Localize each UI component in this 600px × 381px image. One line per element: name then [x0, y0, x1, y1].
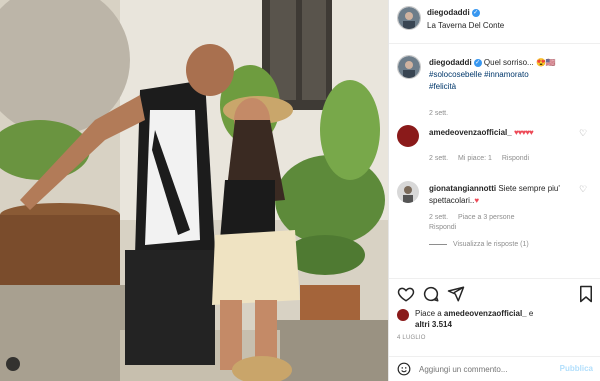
hashtag-link[interactable]: #felicità — [429, 82, 456, 91]
comment-text: ♥♥♥♥♥ — [513, 128, 534, 137]
caption-text: Quel sorriso... — [483, 58, 534, 67]
comment-input[interactable] — [419, 361, 549, 377]
heart-icon[interactable] — [397, 285, 415, 303]
likes-prefix: Piace a — [415, 309, 442, 318]
comment-username[interactable]: amedeovenzaofficial_ — [429, 128, 512, 137]
comment-like-icon[interactable]: ♡ — [579, 129, 588, 138]
avatar-image — [398, 7, 420, 29]
caption-text-block: diegodaddi ✓ Quel sorriso... 😍🇺🇸 #solocos… — [429, 57, 589, 93]
verified-badge-icon: ✓ — [471, 8, 480, 17]
avatar-image — [398, 56, 420, 78]
tagged-people-icon[interactable] — [6, 357, 20, 371]
post-actions: Piace a amedeovenzaofficial_ e altri 3.5… — [389, 278, 600, 358]
send-icon[interactable] — [447, 285, 465, 303]
comment-meta: 2 sett. Mi piace: 1 Rispondi — [429, 155, 529, 162]
avatar-image — [403, 186, 413, 203]
likes-count[interactable]: altri 3.514 — [415, 320, 452, 329]
view-replies-label[interactable]: Visualizza le risposte (1) — [453, 241, 529, 248]
avatar[interactable] — [397, 6, 421, 30]
commenter-avatar[interactable] — [397, 125, 419, 147]
post-image[interactable] — [0, 0, 388, 381]
likes-connector: e — [528, 309, 534, 318]
location[interactable]: La Taverna Del Conte — [427, 21, 504, 30]
comments-area[interactable]: diegodaddi ✓ Quel sorriso... 😍🇺🇸 #solocos… — [389, 45, 600, 277]
comment-likes[interactable]: Piace a 3 persone — [458, 214, 514, 221]
header-username-row: diegodaddi ✓ — [427, 8, 480, 17]
comment-likes[interactable]: Mi piace: 1 — [458, 155, 492, 162]
comment-icon[interactable] — [422, 285, 440, 303]
replies-divider — [429, 243, 447, 245]
caption-username[interactable]: diegodaddi — [429, 58, 472, 67]
smile-icon-svg — [397, 362, 411, 376]
post-date[interactable]: 4 LUGLIO — [397, 335, 426, 341]
view-replies[interactable]: Visualizza le risposte (1) — [429, 241, 529, 248]
comment-emoji: ♥ — [474, 196, 480, 205]
comment-time: 2 sett. — [429, 214, 449, 221]
caption-avatar[interactable] — [397, 55, 421, 79]
hashtag-link[interactable]: #solocosebelle — [429, 70, 482, 79]
bookmark-icon-svg — [580, 285, 592, 303]
commenter-avatar[interactable] — [397, 181, 419, 203]
hashtag-link[interactable]: #innamorato — [484, 70, 528, 79]
comment-like-icon[interactable]: ♡ — [579, 185, 588, 194]
post-details-panel: diegodaddi ✓ La Taverna Del Conte diegoda… — [388, 0, 600, 381]
comment-time: 2 sett. — [429, 155, 449, 162]
likes-summary: Piace a amedeovenzaofficial_ e altri 3.5… — [415, 308, 595, 330]
publish-button[interactable]: Pubblica — [560, 364, 593, 373]
comment-text-block: gionatangiannotti Siete sempre piu' spet… — [429, 183, 579, 207]
send-icon-svg — [447, 286, 465, 302]
verified-badge-icon: ✓ — [473, 58, 482, 67]
bookmark-icon[interactable] — [577, 285, 595, 303]
header-username[interactable]: diegodaddi — [427, 8, 470, 17]
liker-username[interactable]: amedeovenzaofficial_ — [444, 309, 527, 318]
comment-username[interactable]: gionatangiannotti — [429, 184, 496, 193]
liker-avatar[interactable] — [397, 309, 409, 321]
caption-emoji: 😍🇺🇸 — [535, 58, 556, 67]
comment-form: Pubblica — [389, 356, 600, 381]
smile-icon[interactable] — [397, 362, 411, 376]
comment-icon-svg — [423, 286, 439, 302]
reply-button[interactable]: Rispondi — [502, 155, 529, 162]
post-photo-illustration — [0, 0, 388, 381]
comment-text-block: amedeovenzaofficial_ ♥♥♥♥♥ — [429, 127, 579, 139]
caption-time: 2 sett. — [429, 110, 449, 117]
heart-icon-svg — [397, 287, 415, 302]
comment-meta: 2 sett. Piace a 3 persone Rispondi — [429, 213, 514, 233]
reply-button[interactable]: Rispondi — [429, 224, 456, 231]
post-header: diegodaddi ✓ La Taverna Del Conte — [389, 0, 600, 44]
